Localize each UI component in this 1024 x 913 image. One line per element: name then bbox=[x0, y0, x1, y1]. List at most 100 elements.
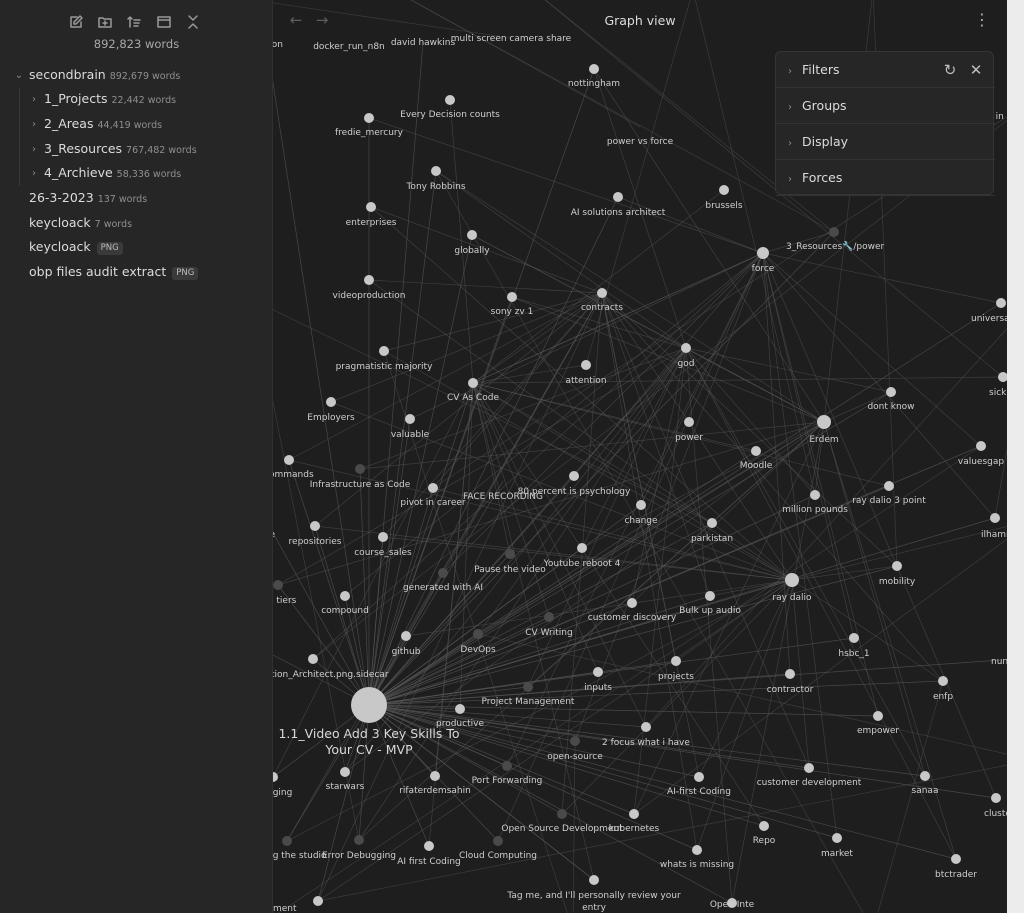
graph-node-dot[interactable] bbox=[326, 397, 336, 407]
graph-node[interactable]: compound bbox=[321, 591, 369, 616]
graph-node-dot[interactable] bbox=[505, 549, 515, 559]
graph-node-dot[interactable] bbox=[991, 793, 1001, 803]
graph-node-dot[interactable] bbox=[886, 387, 896, 397]
graph-node-dot[interactable] bbox=[990, 513, 1000, 523]
graph-node[interactable]: sick bbox=[989, 372, 1007, 398]
graph-node-dot[interactable] bbox=[340, 767, 350, 777]
graph-node[interactable]: Every Decision counts bbox=[400, 95, 500, 120]
graph-node-dot[interactable] bbox=[757, 247, 769, 259]
groups-section[interactable]: › Groups bbox=[776, 88, 995, 124]
graph-node-dot[interactable] bbox=[684, 417, 694, 427]
graph-node[interactable]: Open Inte bbox=[710, 898, 755, 910]
graph-node[interactable]: docker_run_n8n bbox=[313, 42, 385, 52]
graph-node[interactable]: 3_Resources🔧/power bbox=[786, 227, 885, 252]
graph-node[interactable]: ray dalio 3 point bbox=[852, 481, 926, 506]
graph-node-dot[interactable] bbox=[998, 372, 1007, 382]
graph-node[interactable]: valuesgap bbox=[958, 441, 1005, 467]
graph-node-dot[interactable] bbox=[455, 704, 465, 714]
graph-node-dot[interactable] bbox=[364, 113, 374, 123]
tree-folder-projects[interactable]: › 1_Projects 22,442 words bbox=[28, 88, 176, 110]
graph-node[interactable]: enfp bbox=[933, 676, 953, 702]
back-arrow-icon[interactable]: ← bbox=[287, 11, 305, 29]
graph-node[interactable]: github bbox=[392, 631, 421, 657]
graph-node[interactable]: nottingham bbox=[568, 64, 620, 89]
graph-node-dot[interactable] bbox=[523, 682, 533, 692]
graph-node-dot[interactable] bbox=[424, 841, 434, 851]
graph-node-dot[interactable] bbox=[364, 275, 374, 285]
graph-node-dot[interactable] bbox=[438, 568, 448, 578]
graph-node-dot[interactable] bbox=[273, 580, 283, 590]
graph-node[interactable]: gging bbox=[273, 772, 292, 798]
graph-node[interactable]: ment bbox=[273, 896, 323, 913]
new-note-icon[interactable] bbox=[66, 12, 86, 32]
graph-node-dot[interactable] bbox=[873, 711, 883, 721]
graph-node-dot[interactable] bbox=[428, 483, 438, 493]
graph-node[interactable]: contractor bbox=[767, 669, 814, 695]
graph-node-dot[interactable] bbox=[593, 667, 603, 677]
graph-node[interactable]: empower bbox=[857, 711, 899, 736]
graph-node[interactable]: nun bbox=[991, 657, 1007, 667]
graph-node[interactable]: Tag me, and I'll personally review your bbox=[506, 875, 681, 901]
graph-node-dot[interactable] bbox=[557, 809, 567, 819]
tree-folder-areas[interactable]: › 2_Areas 44,419 words bbox=[28, 113, 162, 135]
graph-node-dot[interactable] bbox=[366, 202, 376, 212]
graph-node-dot[interactable] bbox=[581, 360, 591, 370]
graph-node-dot[interactable] bbox=[282, 836, 292, 846]
graph-node[interactable]: brussels bbox=[705, 185, 743, 211]
graph-node-dot[interactable] bbox=[629, 809, 639, 819]
graph-node-dot[interactable] bbox=[405, 414, 415, 424]
graph-node-dot[interactable] bbox=[751, 446, 761, 456]
graph-node-dot[interactable] bbox=[355, 464, 365, 474]
graph-node-dot[interactable] bbox=[785, 573, 799, 587]
graph-node[interactable]: Error Debugging bbox=[322, 835, 396, 861]
graph-node[interactable]: Project Management bbox=[482, 682, 575, 707]
graph-node-dot[interactable] bbox=[884, 481, 894, 491]
graph-node[interactable]: ilhami_turk bbox=[981, 513, 1007, 540]
tree-folder-resources[interactable]: › 3_Resources 767,482 words bbox=[28, 138, 197, 160]
graph-node[interactable]: mobility bbox=[879, 561, 916, 587]
graph-node-dot[interactable] bbox=[719, 185, 729, 195]
graph-node-dot[interactable] bbox=[759, 821, 769, 831]
graph-node[interactable]: btctrader bbox=[935, 854, 977, 880]
graph-node[interactable]: generated with AI bbox=[403, 568, 483, 593]
graph-node[interactable]: whats is missing bbox=[660, 845, 734, 870]
graph-node-dot[interactable] bbox=[671, 656, 681, 666]
graph-node-dot[interactable] bbox=[544, 612, 554, 622]
graph-node-dot[interactable] bbox=[569, 471, 579, 481]
graph-node-dot[interactable] bbox=[401, 631, 411, 641]
forward-arrow-icon[interactable]: → bbox=[313, 11, 331, 29]
graph-node-dot[interactable] bbox=[502, 761, 512, 771]
tree-file-obp-files-audit-extract[interactable]: obp files audit extract PNG bbox=[29, 261, 199, 283]
graph-node-dot[interactable] bbox=[692, 845, 702, 855]
graph-node-dot[interactable] bbox=[920, 771, 930, 781]
graph-node-dot[interactable] bbox=[804, 763, 814, 773]
graph-node-dot[interactable] bbox=[996, 298, 1006, 308]
graph-node[interactable]: Port Forwarding bbox=[472, 761, 543, 786]
graph-node[interactable]: starwars bbox=[326, 767, 365, 792]
graph-node-dot[interactable] bbox=[378, 532, 388, 542]
graph-node[interactable]: Tony Robbins bbox=[405, 166, 466, 192]
graph-node-dot[interactable] bbox=[892, 561, 902, 571]
graph-node-dot[interactable] bbox=[354, 835, 364, 845]
graph-node[interactable]: Cloud Computing bbox=[459, 836, 537, 861]
graph-node[interactable]: le bbox=[273, 530, 276, 540]
graph-node-dot[interactable] bbox=[627, 598, 637, 608]
graph-node-dot[interactable] bbox=[613, 192, 623, 202]
graph-node-dot[interactable] bbox=[340, 591, 350, 601]
graph-node[interactable]: 80 percent is psychology bbox=[518, 471, 631, 497]
graph-node-dot[interactable] bbox=[707, 518, 717, 528]
graph-node-dot[interactable] bbox=[467, 230, 477, 240]
graph-node-dot[interactable] bbox=[597, 288, 607, 298]
filters-section[interactable]: › Filters bbox=[776, 52, 995, 88]
graph-node[interactable]: globally bbox=[454, 230, 490, 256]
tree-folder-secondbrain[interactable]: ⌄ secondbrain 892,679 words bbox=[13, 64, 181, 86]
graph-node[interactable]: tion_Architect.png.sidecar bbox=[273, 654, 389, 680]
tree-file-26-3-2023[interactable]: 26-3-2023 137 words bbox=[29, 187, 147, 209]
collapse-all-icon[interactable] bbox=[183, 12, 203, 32]
graph-node[interactable]: million pounds bbox=[782, 490, 848, 515]
graph-node[interactable]: projects bbox=[658, 656, 694, 682]
more-options-icon[interactable]: ⋮ bbox=[973, 10, 991, 30]
graph-node[interactable]: pragmatistic majority bbox=[336, 346, 433, 372]
graph-node-dot[interactable] bbox=[976, 441, 986, 451]
graph-node[interactable]: kubernetes bbox=[609, 809, 660, 834]
